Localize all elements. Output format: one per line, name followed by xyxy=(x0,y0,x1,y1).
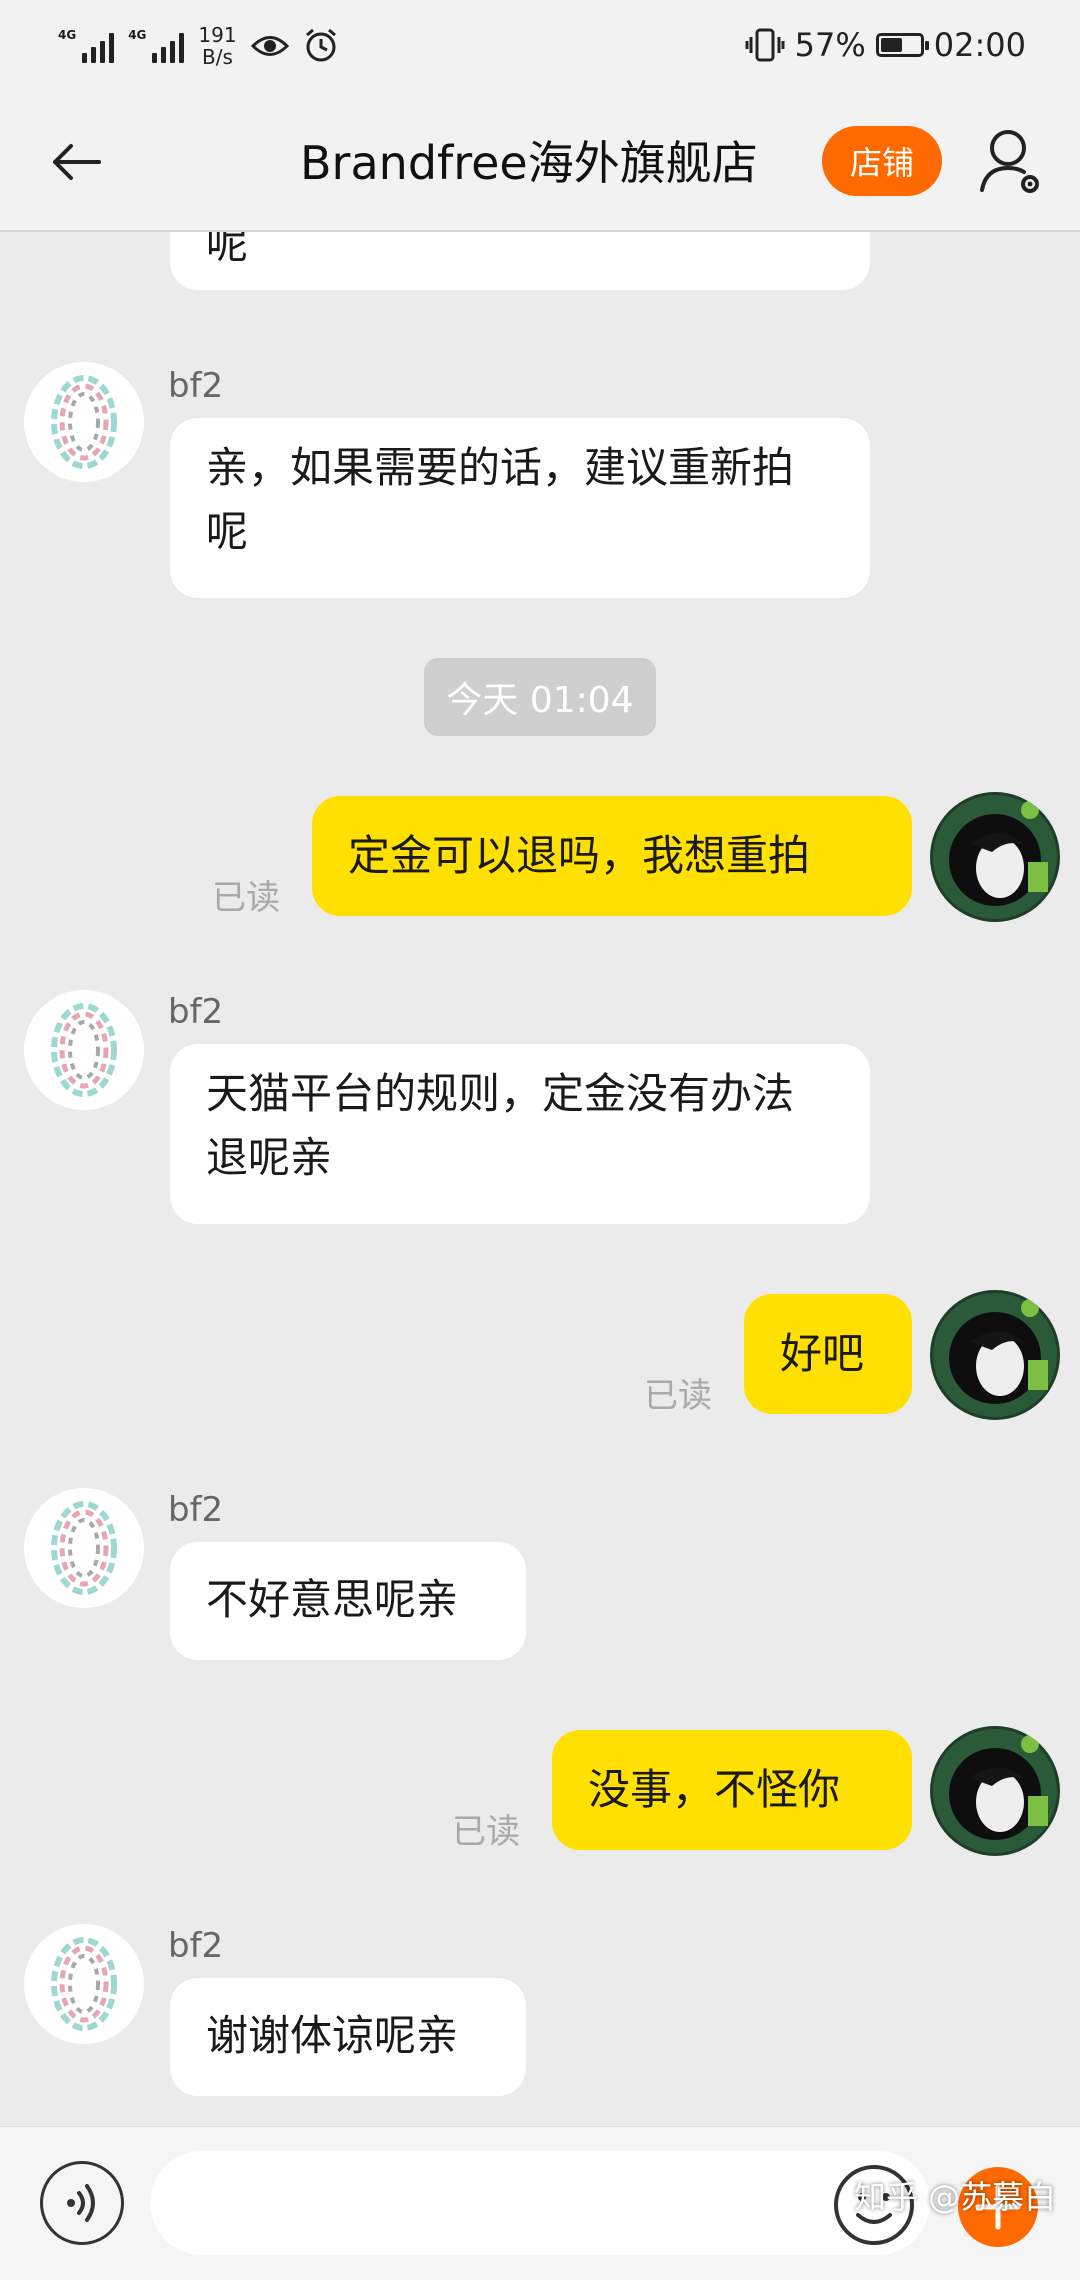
network-speed: 191 B/s xyxy=(198,23,237,69)
message-bubble-outgoing[interactable]: 定金可以退吗，我想重拍 xyxy=(312,796,912,916)
message-input[interactable] xyxy=(150,2151,930,2255)
signal-2-icon: 4G xyxy=(128,29,185,63)
message-bubble-incoming[interactable]: 亲，如果需要的话，建议重新拍呢 xyxy=(170,418,870,598)
back-button[interactable] xyxy=(44,130,108,194)
user-settings-icon xyxy=(980,130,1039,193)
arrow-left-icon xyxy=(53,144,101,180)
status-right: 57% 02:00 xyxy=(745,20,1026,70)
user-avatar[interactable] xyxy=(930,792,1060,922)
vibrate-icon xyxy=(745,28,785,62)
sender-name: bf2 xyxy=(168,1490,224,1530)
eye-icon xyxy=(250,36,289,56)
signal-1-icon: 4G xyxy=(58,29,115,63)
sender-name: bf2 xyxy=(168,1926,224,1966)
fingerprint-logo-icon xyxy=(51,1937,117,2031)
chat-header: Brandfree海外旗舰店 店铺 xyxy=(0,92,1080,232)
message-bubble-incoming[interactable]: 天猫平台的规则，定金没有办法退呢亲 xyxy=(170,1044,870,1224)
user-avatar[interactable] xyxy=(930,1290,1060,1420)
voice-input-button[interactable] xyxy=(40,2161,124,2245)
shop-avatar[interactable] xyxy=(24,990,144,1110)
battery-icon xyxy=(875,33,929,57)
message-bubble-incoming[interactable]: 呢 xyxy=(170,232,870,290)
alarm-icon xyxy=(305,28,336,62)
battery-fill xyxy=(880,38,903,52)
user-avatar[interactable] xyxy=(930,1726,1060,1856)
user-avatar-image xyxy=(933,795,1057,919)
shop-avatar[interactable] xyxy=(24,362,144,482)
page-title: Brandfree海外旗舰店 xyxy=(300,136,758,190)
profile-settings-button[interactable] xyxy=(978,126,1046,198)
watermark: 知乎 @苏慕白 xyxy=(854,2178,1057,2216)
shop-avatar[interactable] xyxy=(24,1924,144,2044)
message-bubble-outgoing[interactable]: 好吧 xyxy=(744,1294,912,1414)
message-bubble-incoming[interactable]: 谢谢体谅呢亲 xyxy=(170,1978,526,2096)
status-bar: 4G 4G 191 B/s 57% 02:00 xyxy=(0,0,1080,92)
clock: 02:00 xyxy=(933,26,1026,64)
fingerprint-logo-icon xyxy=(51,375,117,469)
shop-button[interactable]: 店铺 xyxy=(822,126,942,196)
sender-name: bf2 xyxy=(168,366,224,406)
voice-icon xyxy=(67,2184,95,2222)
fingerprint-logo-icon xyxy=(51,1501,117,1595)
message-bubble-outgoing[interactable]: 没事，不怪你 xyxy=(552,1730,912,1850)
timestamp-chip: 今天 01:04 xyxy=(424,658,656,736)
sender-name: bf2 xyxy=(168,992,224,1032)
read-status: 已读 xyxy=(452,1812,520,1852)
user-avatar-image xyxy=(933,1293,1057,1417)
user-avatar-image xyxy=(933,1729,1057,1853)
message-list[interactable]: 呢 bf2 亲，如果需要的话，建议重新拍呢 今天 01:04 已读 定金可以退吗… xyxy=(0,232,1080,2126)
read-status: 已读 xyxy=(644,1376,712,1416)
fingerprint-logo-icon xyxy=(51,1003,117,1097)
status-left: 4G 4G 191 B/s xyxy=(58,18,339,74)
read-status: 已读 xyxy=(212,878,280,918)
battery-percent: 57% xyxy=(794,26,866,64)
message-bubble-incoming[interactable]: 不好意思呢亲 xyxy=(170,1542,526,1660)
shop-avatar[interactable] xyxy=(24,1488,144,1608)
